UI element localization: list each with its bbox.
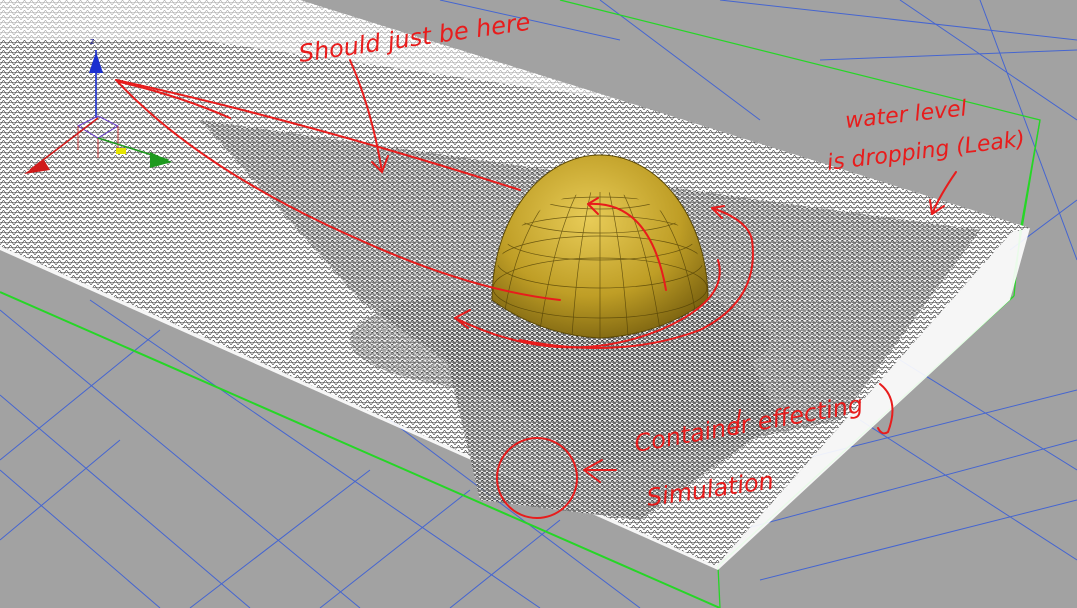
- annotation-water-level-2: is dropping (Leak): [826, 127, 1027, 176]
- axis-z-label: z: [90, 36, 95, 46]
- 3d-viewport[interactable]: z Should just be here water level is dro…: [0, 0, 1077, 608]
- annotation-water-level-1: water level: [844, 96, 968, 134]
